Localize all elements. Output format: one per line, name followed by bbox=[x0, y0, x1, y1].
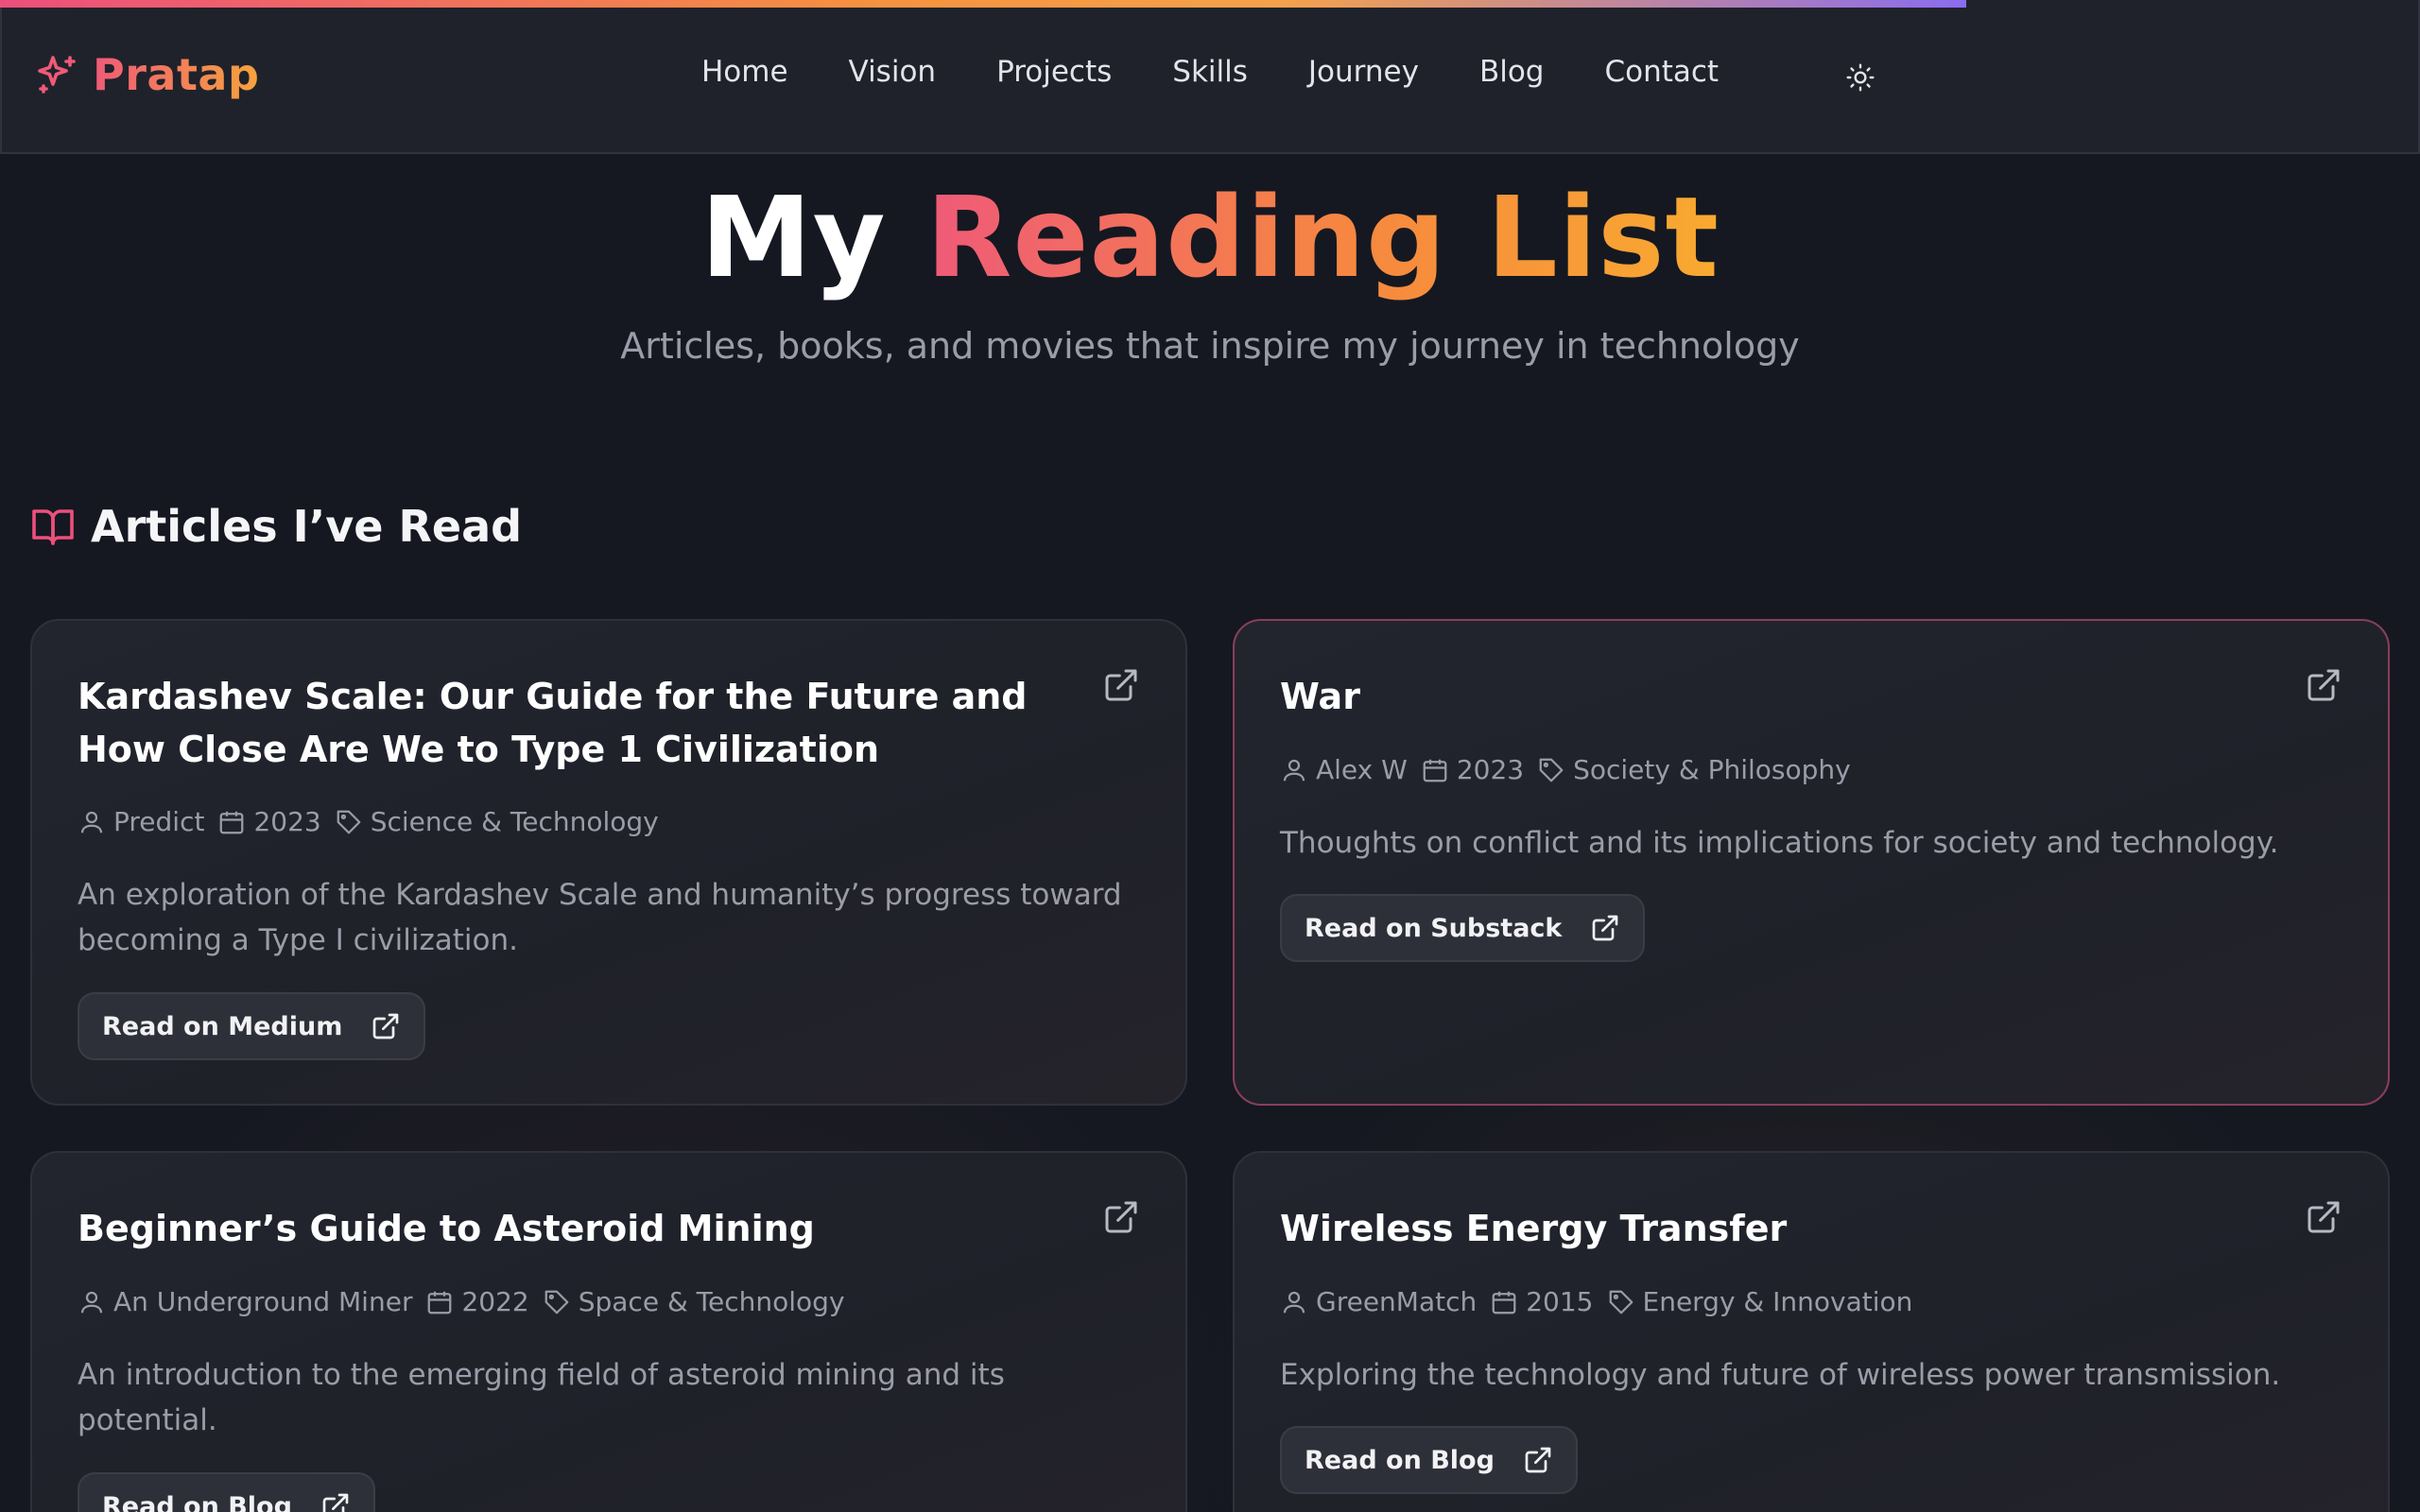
article-category: Society & Philosophy bbox=[1573, 754, 1851, 785]
article-year: 2023 bbox=[1456, 754, 1525, 785]
read-article-button[interactable]: Read on Blog bbox=[78, 1472, 375, 1512]
article-title[interactable]: Beginner’s Guide to Asteroid Mining bbox=[78, 1202, 1061, 1255]
user-icon bbox=[1283, 759, 1305, 781]
user-icon bbox=[80, 811, 103, 833]
external-link-icon bbox=[373, 1013, 399, 1040]
article-description: An exploration of the Kardashev Scale an… bbox=[78, 878, 1122, 957]
article-description: Exploring the technology and future of w… bbox=[1280, 1358, 2281, 1392]
read-button-label: Read on Substack bbox=[1305, 913, 1563, 943]
tag-icon bbox=[337, 810, 361, 833]
navbar: Pratap Home Vision Projects Skills Journ… bbox=[0, 0, 2420, 154]
tag-icon bbox=[1539, 758, 1564, 782]
article-card: War Alex W 2023 Society & Philosophy Tho… bbox=[1233, 619, 2390, 1106]
scroll-progress-bar bbox=[0, 0, 1966, 8]
section-heading: Articles I’ve Read bbox=[30, 501, 522, 552]
article-meta: An Underground Miner 2022 Space & Techno… bbox=[78, 1286, 858, 1317]
article-category: Space & Technology bbox=[578, 1286, 845, 1317]
nav-projects[interactable]: Projects bbox=[996, 55, 1112, 89]
article-description: An introduction to the emerging field of… bbox=[78, 1358, 1005, 1437]
calendar-icon bbox=[1423, 759, 1447, 782]
page: Pratap Home Vision Projects Skills Journ… bbox=[0, 0, 2420, 1512]
nav-contact[interactable]: Contact bbox=[1604, 55, 1719, 89]
article-title[interactable]: Wireless Energy Transfer bbox=[1280, 1202, 2263, 1255]
read-button-label: Read on Blog bbox=[102, 1491, 292, 1512]
external-link-icon[interactable] bbox=[1102, 666, 1140, 704]
article-title[interactable]: Kardashev Scale: Our Guide for the Futur… bbox=[78, 670, 1061, 776]
article-author: An Underground Miner bbox=[113, 1286, 413, 1317]
brand-logo[interactable]: Pratap bbox=[34, 49, 259, 100]
external-link-icon bbox=[1593, 915, 1618, 941]
article-author: Predict bbox=[113, 806, 205, 837]
article-year: 2015 bbox=[1526, 1286, 1594, 1317]
tag-icon bbox=[544, 1290, 569, 1314]
title-plain: My bbox=[700, 172, 887, 302]
read-article-button[interactable]: Read on Blog bbox=[1280, 1426, 1578, 1494]
nav-home[interactable]: Home bbox=[701, 55, 788, 89]
page-subtitle: Articles, books, and movies that inspire… bbox=[620, 325, 1800, 367]
article-author: GreenMatch bbox=[1316, 1286, 1478, 1317]
theme-toggle-button[interactable] bbox=[1841, 59, 1879, 96]
read-article-button[interactable]: Read on Substack bbox=[1280, 894, 1646, 962]
article-year: 2022 bbox=[461, 1286, 529, 1317]
read-button-label: Read on Medium bbox=[102, 1011, 343, 1041]
article-card: Wireless Energy Transfer GreenMatch 2015… bbox=[1233, 1151, 2390, 1512]
page-title: My Reading List bbox=[0, 176, 2420, 299]
main-nav: Home Vision Projects Skills Journey Blog… bbox=[701, 55, 1779, 89]
read-button-label: Read on Blog bbox=[1305, 1445, 1495, 1475]
article-meta: Alex W 2023 Society & Philosophy bbox=[1280, 754, 1864, 785]
article-title[interactable]: War bbox=[1280, 670, 2263, 723]
read-article-button[interactable]: Read on Medium bbox=[78, 992, 426, 1060]
nav-skills[interactable]: Skills bbox=[1172, 55, 1248, 89]
calendar-icon bbox=[1492, 1291, 1516, 1314]
title-accent: Reading List bbox=[925, 172, 1720, 302]
article-meta: GreenMatch 2015 Energy & Innovation bbox=[1280, 1286, 1926, 1317]
nav-blog[interactable]: Blog bbox=[1479, 55, 1545, 89]
calendar-icon bbox=[220, 811, 244, 833]
user-icon bbox=[80, 1291, 103, 1313]
calendar-icon bbox=[428, 1291, 452, 1314]
external-link-icon[interactable] bbox=[2305, 1198, 2342, 1236]
nav-vision[interactable]: Vision bbox=[849, 55, 937, 89]
nav-journey[interactable]: Journey bbox=[1308, 55, 1419, 89]
tag-icon bbox=[1609, 1290, 1633, 1314]
sparkles-icon bbox=[38, 56, 76, 94]
article-author: Alex W bbox=[1316, 754, 1408, 785]
user-icon bbox=[1283, 1291, 1305, 1313]
article-card: Beginner’s Guide to Asteroid Mining An U… bbox=[30, 1151, 1187, 1512]
article-category: Energy & Innovation bbox=[1642, 1286, 1913, 1317]
section-title: Articles I’ve Read bbox=[91, 501, 523, 552]
article-year: 2023 bbox=[253, 806, 321, 837]
external-link-icon[interactable] bbox=[2305, 666, 2342, 704]
article-card: Kardashev Scale: Our Guide for the Futur… bbox=[30, 619, 1187, 1106]
book-open-icon bbox=[32, 509, 74, 545]
article-meta: Predict 2023 Science & Technology bbox=[78, 806, 672, 837]
sun-icon bbox=[1846, 63, 1875, 92]
external-link-icon[interactable] bbox=[1102, 1198, 1140, 1236]
brand-name: Pratap bbox=[93, 49, 260, 100]
article-description: Thoughts on conflict and its implication… bbox=[1280, 826, 2279, 860]
external-link-icon bbox=[1525, 1447, 1551, 1473]
external-link-icon bbox=[322, 1493, 349, 1512]
article-category: Science & Technology bbox=[370, 806, 659, 837]
